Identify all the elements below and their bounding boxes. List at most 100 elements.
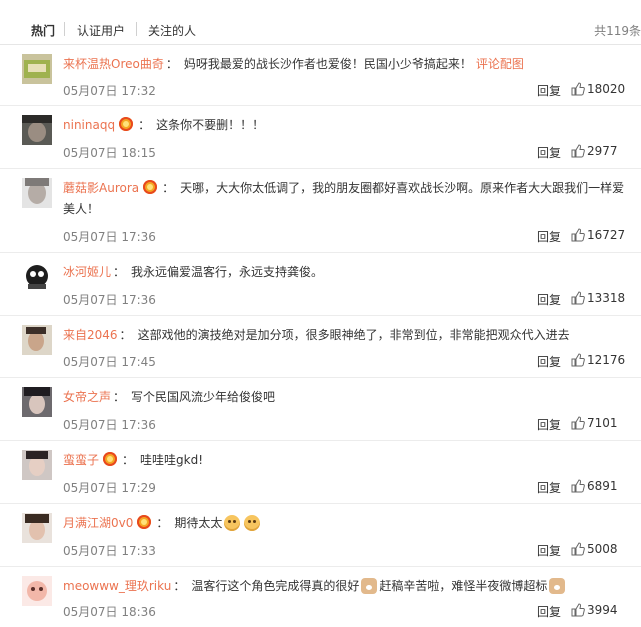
- like-count: 13318: [587, 291, 626, 305]
- comment-text: 我永远偏爱温客行，永远支持龚俊。: [131, 265, 324, 279]
- reply-button[interactable]: 回复: [537, 542, 561, 559]
- vip-badge-icon: [103, 452, 118, 466]
- reply-button[interactable]: 回复: [537, 353, 561, 370]
- portrait-avatar[interactable]: [22, 387, 52, 417]
- vip-badge-icon: [119, 117, 134, 131]
- username-link[interactable]: 冰河姬儿: [63, 265, 111, 279]
- comment-item: 来杯温热Oreo曲奇：妈呀我最爱的战长沙作者也爱俊！民国小少爷搞起来！ 评论配图 …: [0, 45, 641, 106]
- comment-time: 05月07日 17:36: [63, 230, 156, 244]
- comment-item: 女帝之声：写个民国风流少年给俊俊吧 05月07日 17:36 回复 7101: [0, 378, 641, 441]
- reply-button[interactable]: 回复: [537, 603, 561, 620]
- comment-time: 05月07日 17:33: [63, 544, 156, 558]
- like-count: 6891: [587, 479, 618, 493]
- doge-emoji-icon: [549, 578, 566, 594]
- tab-following[interactable]: 关注的人: [148, 22, 196, 39]
- comment-time: 05月07日 17:45: [63, 355, 156, 369]
- comment-time: 05月07日 18:15: [63, 146, 156, 160]
- like-count: 7101: [587, 416, 618, 430]
- like-button[interactable]: 2977: [571, 144, 637, 158]
- like-button[interactable]: 6891: [571, 479, 637, 493]
- username-link[interactable]: 女帝之声: [63, 390, 111, 404]
- comment-meta: 05月07日 18:36 回复 3994: [63, 603, 637, 619]
- comment-item: meowww_理玖riku：温客行这个角色完成得真的很好 赶稿辛苦啦，难怪半夜微博…: [0, 567, 641, 627]
- comment-text: 赶稿辛苦啦，难怪半夜微博超标: [379, 579, 548, 593]
- laughing-emoji-icon: [224, 515, 241, 531]
- like-count: 2977: [587, 144, 618, 158]
- username-link[interactable]: 来杯温热Oreo曲奇: [63, 57, 164, 71]
- comment-meta: 05月07日 17:33 回复 5008: [63, 542, 637, 558]
- like-button[interactable]: 18020: [571, 82, 637, 96]
- like-count: 12176: [587, 353, 626, 367]
- like-button[interactable]: 16727: [571, 228, 637, 242]
- like-button[interactable]: 13318: [571, 291, 637, 305]
- tab-hot[interactable]: 热门: [31, 22, 55, 39]
- food-photo-avatar[interactable]: [22, 54, 52, 84]
- like-button[interactable]: 7101: [571, 416, 637, 430]
- comment-meta: 05月07日 17:45 回复 12176: [63, 353, 637, 369]
- vip-badge-icon: [143, 180, 158, 194]
- comment-meta: 05月07日 17:32 回复 18020: [63, 82, 637, 98]
- tab-divider: [64, 22, 65, 36]
- comment-text: 妈呀我最爱的战长沙作者也爱俊！民国小少爷搞起来！: [183, 57, 472, 71]
- tab-verified-users[interactable]: 认证用户: [77, 22, 125, 39]
- comment-time: 05月07日 18:36: [63, 605, 156, 619]
- reply-button[interactable]: 回复: [537, 479, 561, 496]
- reply-button[interactable]: 回复: [537, 291, 561, 308]
- username-link[interactable]: nininaqq: [63, 118, 115, 132]
- portrait-avatar[interactable]: [22, 178, 52, 208]
- comment-text: 期待太太: [174, 516, 223, 530]
- thumbs-up-icon: [571, 603, 585, 617]
- comment-text: 这部戏他的演技绝对是加分项，很多眼神绝了，非常到位，非常能把观众代入进去: [137, 328, 570, 342]
- reply-button[interactable]: 回复: [537, 144, 561, 161]
- cartoon-avatar[interactable]: [22, 576, 52, 606]
- thumbs-up-icon: [571, 416, 585, 430]
- comment-text: 温客行这个角色完成得真的很好: [191, 579, 360, 593]
- laughing-emoji-icon: [244, 515, 261, 531]
- cartoon-avatar[interactable]: [22, 262, 52, 292]
- username-link[interactable]: meowww_理玖riku: [63, 579, 171, 593]
- thumbs-up-icon: [571, 144, 585, 158]
- portrait-avatar[interactable]: [22, 325, 52, 355]
- comment-time: 05月07日 17:36: [63, 293, 156, 307]
- like-count: 3994: [587, 603, 618, 617]
- username-link[interactable]: 来自2046: [63, 328, 118, 342]
- comment-image-link[interactable]: 评论配图: [476, 57, 524, 71]
- comment-item: 蛮蛮子：哇哇哇gkd! 05月07日 17:29 回复 6891: [0, 441, 641, 504]
- username-link[interactable]: 蘑菇影Aurora: [63, 181, 139, 195]
- comment-meta: 05月07日 17:36 回复 7101: [63, 416, 637, 432]
- reply-button[interactable]: 回复: [537, 228, 561, 245]
- reply-button[interactable]: 回复: [537, 416, 561, 433]
- like-count: 5008: [587, 542, 618, 556]
- like-count: 18020: [587, 82, 626, 96]
- like-button[interactable]: 3994: [571, 603, 637, 617]
- comment-body: 月满江湖0v0：期待太太: [63, 513, 629, 534]
- tab-divider: [136, 22, 137, 36]
- doge-emoji-icon: [361, 578, 378, 594]
- username-link[interactable]: 月满江湖0v0: [63, 516, 133, 530]
- vip-badge-icon: [137, 515, 152, 529]
- comment-body: 来杯温热Oreo曲奇：妈呀我最爱的战长沙作者也爱俊！民国小少爷搞起来！ 评论配图: [63, 57, 524, 71]
- thumbs-up-icon: [571, 479, 585, 493]
- reply-button[interactable]: 回复: [537, 82, 561, 99]
- comment-meta: 05月07日 17:36 回复 13318: [63, 291, 637, 307]
- portrait-avatar[interactable]: [22, 513, 52, 543]
- portrait-avatar[interactable]: [22, 115, 52, 145]
- portrait-avatar[interactable]: [22, 450, 52, 480]
- thumbs-up-icon: [571, 542, 585, 556]
- comment-tab-bar: 热门 认证用户 关注的人 共119条: [0, 0, 641, 45]
- thumbs-up-icon: [571, 353, 585, 367]
- comment-meta: 05月07日 18:15 回复 2977: [63, 144, 637, 160]
- like-button[interactable]: 12176: [571, 353, 637, 367]
- comment-item: nininaqq：这条你不要删！！！ 05月07日 18:15 回复 2977: [0, 106, 641, 169]
- comment-item: 冰河姬儿：我永远偏爱温客行，永远支持龚俊。 05月07日 17:36 回复 13…: [0, 253, 641, 316]
- comment-item: 月满江湖0v0：期待太太 05月07日 17:33 回复 5008: [0, 504, 641, 567]
- like-button[interactable]: 5008: [571, 542, 637, 556]
- like-count: 16727: [587, 228, 626, 242]
- comment-time: 05月07日 17:36: [63, 418, 156, 432]
- comment-meta: 05月07日 17:29 回复 6891: [63, 479, 637, 495]
- comment-item: 蘑菇影Aurora：天哪，大大你太低调了，我的朋友圈都好喜欢战长沙啊。原来作者大…: [0, 169, 641, 253]
- username-link[interactable]: 蛮蛮子: [63, 453, 99, 467]
- thumbs-up-icon: [571, 82, 585, 96]
- comment-text: 这条你不要删！！！: [156, 118, 265, 132]
- thumbs-up-icon: [571, 291, 585, 305]
